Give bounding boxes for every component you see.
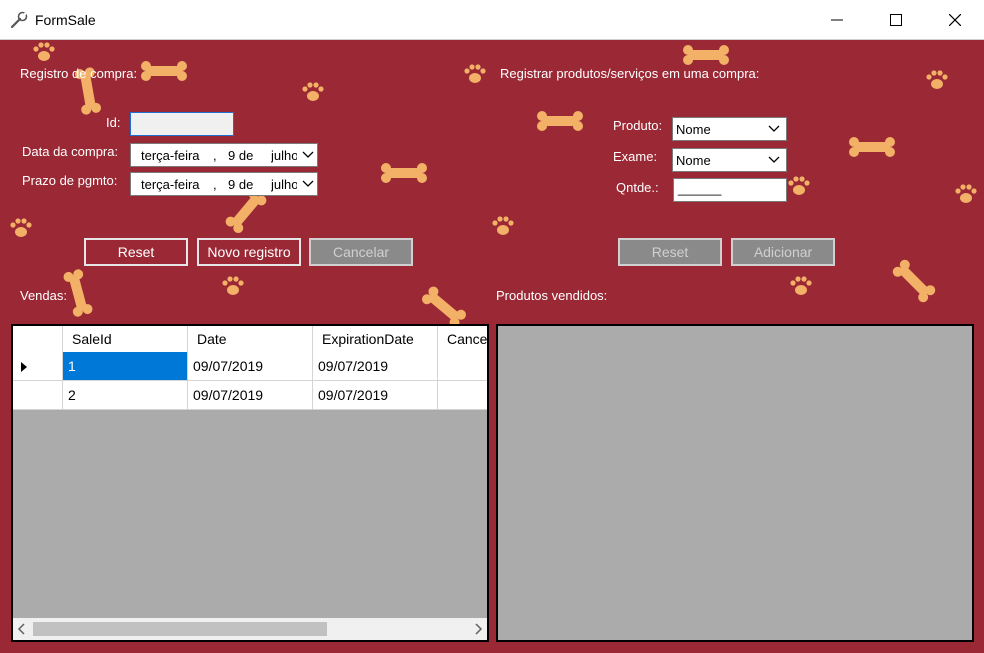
paw-icon — [222, 276, 244, 295]
table-cell[interactable]: 09/07/2019 — [188, 352, 313, 381]
product-combo-value: Nome — [676, 122, 711, 137]
paw-icon — [492, 216, 514, 235]
due-date-weekday: terça-feira — [141, 177, 200, 192]
form-client-area: Registro de compra: Id: Data da compra: … — [0, 40, 984, 653]
chevron-right-icon[interactable] — [475, 623, 483, 635]
quantity-label: Qntde.: — [616, 180, 659, 195]
sales-grid[interactable]: SaleId Date ExpirationDate Cancel 1 09/0… — [11, 324, 489, 642]
exam-label: Exame: — [613, 149, 658, 164]
paw-icon — [955, 184, 977, 203]
purchase-date-sep: , — [213, 148, 217, 163]
column-header-expirationdate[interactable]: ExpirationDate — [313, 326, 438, 352]
sales-grid-header: SaleId Date ExpirationDate Cancel — [13, 326, 487, 352]
close-icon — [949, 14, 961, 26]
table-cell[interactable]: 2 — [63, 381, 188, 410]
due-date-label: Prazo de pgmto: — [22, 173, 118, 188]
column-header-saleid[interactable]: SaleId — [63, 326, 188, 352]
quantity-input-mask: ______ — [678, 181, 722, 196]
bone-icon — [381, 163, 427, 183]
table-cell[interactable]: 09/07/2019 — [313, 352, 438, 381]
bone-icon — [683, 45, 729, 65]
column-header-date[interactable]: Date — [188, 326, 313, 352]
products-section-label: Registrar produtos/serviços em uma compr… — [500, 66, 760, 81]
paw-icon — [302, 82, 324, 101]
paw-icon — [790, 276, 812, 295]
minimize-icon — [831, 19, 843, 21]
bone-icon — [141, 61, 187, 81]
chevron-down-icon — [768, 125, 780, 132]
add-product-button[interactable]: Adicionar — [731, 238, 835, 266]
maximize-button[interactable] — [867, 0, 925, 40]
current-row-arrow-icon — [21, 362, 27, 372]
table-cell[interactable]: 09/07/2019 — [313, 381, 438, 410]
wrench-icon — [10, 11, 28, 29]
table-cell[interactable] — [438, 352, 487, 381]
products-grid-label: Produtos vendidos: — [496, 288, 608, 303]
row-header[interactable] — [13, 381, 63, 410]
purchase-date-picker[interactable]: terça-feira , 9 de julho — [130, 143, 318, 167]
paw-icon — [464, 64, 486, 83]
paw-icon — [926, 70, 948, 89]
due-date-day: 9 de — [228, 177, 254, 192]
close-button[interactable] — [926, 0, 984, 40]
purchase-section-label: Registro de compra: — [20, 66, 138, 81]
minimize-button[interactable] — [808, 0, 866, 40]
paw-icon — [10, 218, 32, 237]
column-header-cancel[interactable]: Cancel — [438, 326, 487, 352]
corner-header-cell — [13, 326, 63, 352]
paw-icon — [788, 176, 810, 195]
window-title: FormSale — [35, 12, 96, 28]
title-bar: FormSale — [0, 0, 984, 40]
purchase-date-label: Data da compra: — [22, 144, 119, 159]
product-combo[interactable]: Nome — [672, 117, 787, 141]
chevron-down-icon — [302, 151, 314, 158]
chevron-left-icon[interactable] — [17, 623, 25, 635]
purchase-date-weekday: terça-feira — [141, 148, 200, 163]
chevron-down-icon — [768, 156, 780, 163]
cancel-button[interactable]: Cancelar — [309, 238, 413, 266]
products-grid[interactable] — [496, 324, 974, 642]
purchase-date-month: julho — [271, 148, 297, 163]
paw-icon — [33, 42, 55, 61]
bone-icon — [849, 137, 895, 157]
exam-combo-value: Nome — [676, 153, 711, 168]
id-input[interactable] — [130, 112, 234, 136]
bone-icon — [537, 111, 583, 131]
due-date-month: julho — [271, 177, 297, 192]
quantity-input[interactable]: ______ — [673, 178, 787, 202]
table-cell[interactable]: 1 — [63, 352, 188, 381]
due-date-picker[interactable]: terça-feira , 9 de julho — [130, 172, 318, 196]
new-record-button[interactable]: Novo registro — [197, 238, 301, 266]
table-cell[interactable]: 09/07/2019 — [188, 381, 313, 410]
sales-grid-label: Vendas: — [20, 288, 67, 303]
row-header[interactable] — [13, 352, 63, 381]
table-cell[interactable] — [438, 381, 487, 410]
id-label: Id: — [106, 115, 121, 130]
purchase-date-day: 9 de — [228, 148, 254, 163]
exam-combo[interactable]: Nome — [672, 148, 787, 172]
products-reset-button[interactable]: Reset — [618, 238, 722, 266]
product-label: Produto: — [613, 118, 663, 133]
bone-icon — [892, 259, 936, 303]
chevron-down-icon — [302, 180, 314, 187]
due-date-sep: , — [213, 177, 217, 192]
maximize-icon — [890, 14, 902, 26]
scrollbar-thumb[interactable] — [33, 622, 327, 636]
horizontal-scrollbar[interactable] — [13, 618, 487, 640]
purchase-reset-button[interactable]: Reset — [84, 238, 188, 266]
